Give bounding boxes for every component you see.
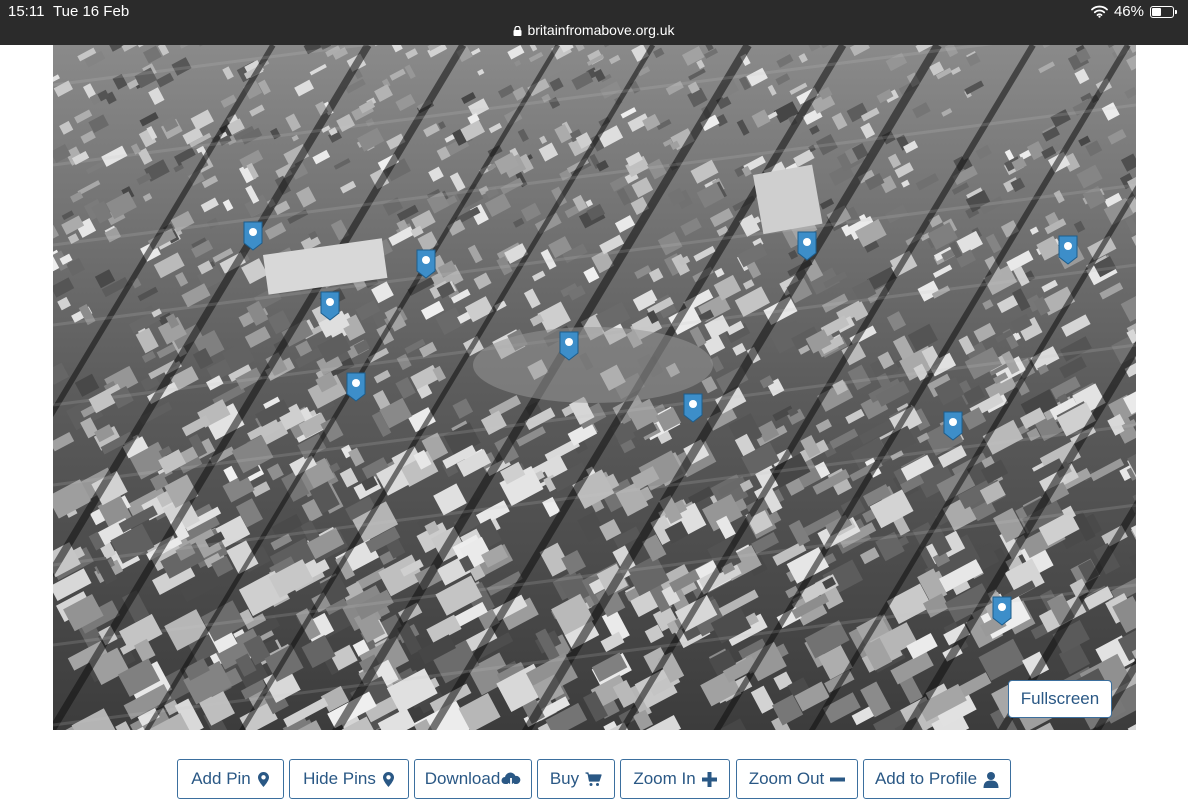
map-pin-icon[interactable]	[559, 331, 579, 361]
minus-icon	[830, 777, 846, 781]
map-pin-icon[interactable]	[992, 596, 1012, 626]
address-bar[interactable]: britainfromabove.org.uk	[0, 22, 1188, 38]
aerial-photo[interactable]	[53, 45, 1136, 730]
zoom-out-label: Zoom Out	[748, 769, 825, 788]
battery-icon	[1150, 5, 1177, 18]
buy-button[interactable]: Buy	[537, 759, 615, 799]
zoom-in-button[interactable]: Zoom In	[620, 759, 730, 799]
wifi-icon	[1091, 5, 1108, 18]
status-bar: 15:11 Tue 16 Feb britainfromabove.org.uk…	[0, 0, 1188, 45]
aerial-photo-viewer[interactable]: Fullscreen	[53, 45, 1136, 730]
map-marker-icon	[382, 771, 394, 787]
map-pin-icon[interactable]	[1058, 235, 1078, 265]
map-pin-icon[interactable]	[943, 411, 963, 441]
map-pin-icon[interactable]	[683, 393, 703, 423]
map-pin-icon[interactable]	[320, 291, 340, 321]
hide-pins-label: Hide Pins	[303, 769, 376, 788]
download-button[interactable]: Download	[414, 759, 532, 799]
plus-icon	[701, 771, 717, 787]
map-pin-icon[interactable]	[416, 249, 436, 279]
cloud-download-icon	[501, 772, 521, 788]
lock-icon	[513, 26, 522, 36]
status-date: Tue 16 Feb	[53, 3, 130, 20]
map-marker-icon	[257, 771, 269, 787]
url-text: britainfromabove.org.uk	[527, 22, 675, 38]
shopping-cart-icon	[585, 771, 602, 786]
download-label: Download	[424, 769, 501, 788]
add-to-profile-label: Add to Profile	[874, 769, 978, 788]
map-pin-icon[interactable]	[346, 372, 366, 402]
map-pin-icon[interactable]	[797, 231, 817, 261]
zoom-out-button[interactable]: Zoom Out	[736, 759, 858, 799]
status-indicators: 46%	[1091, 3, 1177, 20]
battery-percent: 46%	[1113, 3, 1144, 20]
user-icon	[983, 771, 999, 788]
hide-pins-button[interactable]: Hide Pins	[289, 759, 409, 799]
status-time: 15:11	[8, 3, 45, 20]
add-to-profile-button[interactable]: Add to Profile	[863, 759, 1011, 799]
buy-label: Buy	[549, 769, 580, 788]
action-toolbar: Add Pin Hide Pins Download Buy Zoom In Z…	[0, 759, 1188, 799]
zoom-in-label: Zoom In	[633, 769, 696, 788]
map-pin-icon[interactable]	[243, 221, 263, 251]
fullscreen-button[interactable]: Fullscreen	[1008, 680, 1112, 718]
add-pin-label: Add Pin	[191, 769, 251, 788]
add-pin-button[interactable]: Add Pin	[177, 759, 284, 799]
